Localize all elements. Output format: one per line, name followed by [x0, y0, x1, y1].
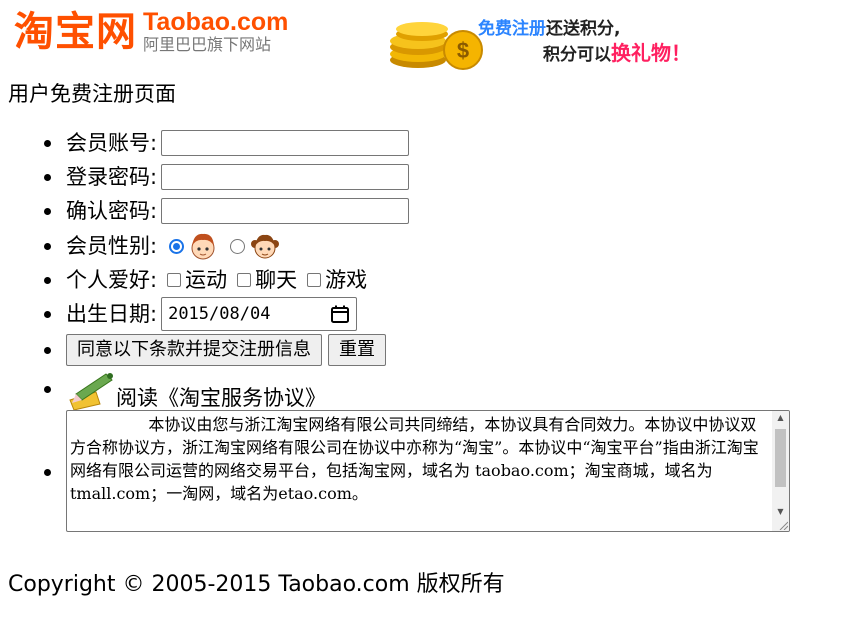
male-avatar-icon — [191, 233, 215, 260]
female-avatar-icon — [251, 234, 280, 259]
hobby-label: 个人爱好: — [66, 267, 158, 292]
confirm-password-label: 确认密码: — [66, 199, 158, 223]
textarea-scrollbar[interactable]: ▲ ▼ — [772, 411, 789, 531]
agreement-text: 本协议由您与浙江淘宝网络有限公司共同缔结，本协议具有合同效力。本协议中协议双方合… — [70, 415, 759, 503]
password-row: 登录密码: — [44, 160, 846, 194]
logo-subtitle: 阿里巴巴旗下网站 — [143, 35, 272, 54]
birthday-row: 出生日期: 2015/08/04 — [44, 295, 846, 332]
confirm-password-row: 确认密码: — [44, 194, 846, 228]
banner-points-text: 还送积分, — [546, 19, 621, 39]
banner-line-2: 积分可以换礼物！ — [543, 37, 691, 66]
birthday-value: 2015/08/04 — [168, 303, 271, 324]
agreement-text-row: 本协议由您与浙江淘宝网络有限公司共同缔结，本协议具有合同效力。本协议中协议双方合… — [44, 410, 846, 534]
scroll-thumb[interactable] — [775, 429, 786, 487]
footer-copyright: Copyright © 2005-2015 Taobao.com 版权所有 — [8, 572, 505, 597]
banner-gift-text: 换礼物！ — [611, 41, 691, 65]
calendar-icon[interactable] — [330, 304, 350, 324]
gender-label: 会员性别: — [66, 234, 158, 258]
agreement-link[interactable]: 阅读《淘宝服务协议》 — [116, 386, 326, 410]
actions-row: 同意以下条款并提交注册信息 重置 — [44, 332, 846, 368]
agreement-link-row: 阅读《淘宝服务协议》 — [44, 368, 846, 410]
hobby-row: 个人爱好: 运动 聊天 游戏 — [44, 264, 846, 295]
reset-button[interactable]: 重置 — [328, 334, 386, 366]
confirm-password-input[interactable] — [161, 198, 410, 224]
hobby-sports-checkbox[interactable] — [167, 272, 182, 287]
scroll-up-arrow-icon[interactable]: ▲ — [772, 411, 789, 425]
birthday-date-input[interactable]: 2015/08/04 — [161, 296, 358, 331]
hobby-games-label[interactable]: 游戏 — [325, 268, 367, 292]
hobby-chat-checkbox[interactable] — [237, 272, 252, 287]
gender-female-radio[interactable] — [230, 238, 246, 254]
resize-grip-icon[interactable] — [778, 520, 788, 530]
password-label: 登录密码: — [66, 165, 158, 189]
logo-right: Taobao.com 阿里巴巴旗下网站 — [143, 10, 288, 53]
coins-icon: $ — [390, 22, 483, 70]
banner-line-1: 免费注册还送积分, — [478, 14, 620, 39]
page-title: 用户免费注册页面 — [8, 82, 176, 106]
banner-free-register: 免费注册 — [478, 19, 546, 39]
agreement-textarea[interactable]: 本协议由您与浙江淘宝网络有限公司共同缔结，本协议具有合同效力。本协议中协议双方合… — [66, 410, 790, 532]
taobao-logo[interactable]: 淘宝网 Taobao.com 阿里巴巴旗下网站 — [14, 10, 288, 53]
register-banner: $ 免费注册还送积分, 积分可以换礼物！ — [388, 14, 733, 70]
gender-row: 会员性别: — [44, 228, 846, 264]
password-input[interactable] — [161, 164, 410, 190]
account-label: 会员账号: — [66, 131, 158, 155]
account-row: 会员账号: — [44, 126, 846, 160]
banner-points-exchange: 积分可以 — [543, 45, 611, 65]
pencil-icon — [69, 373, 113, 410]
submit-button[interactable]: 同意以下条款并提交注册信息 — [66, 334, 322, 366]
hobby-chat-label[interactable]: 聊天 — [255, 268, 297, 292]
header: 淘宝网 Taobao.com 阿里巴巴旗下网站 $ 免费注册还送积分, 积分可以… — [0, 0, 847, 74]
hobby-games-checkbox[interactable] — [307, 272, 322, 287]
registration-form: 会员账号: 登录密码: 确认密码: 会员性别: 个人爱好: 运动 聊天 游戏 出… — [0, 126, 846, 534]
gender-male-radio[interactable] — [169, 238, 185, 254]
logo-english-text: Taobao.com — [143, 8, 289, 36]
birthday-label: 出生日期: — [66, 301, 158, 326]
account-input[interactable] — [161, 130, 410, 156]
svg-text:$: $ — [457, 38, 469, 63]
hobby-sports-label[interactable]: 运动 — [185, 268, 227, 292]
logo-chinese-text: 淘宝网 — [14, 7, 137, 55]
scroll-down-arrow-icon[interactable]: ▼ — [772, 505, 789, 519]
